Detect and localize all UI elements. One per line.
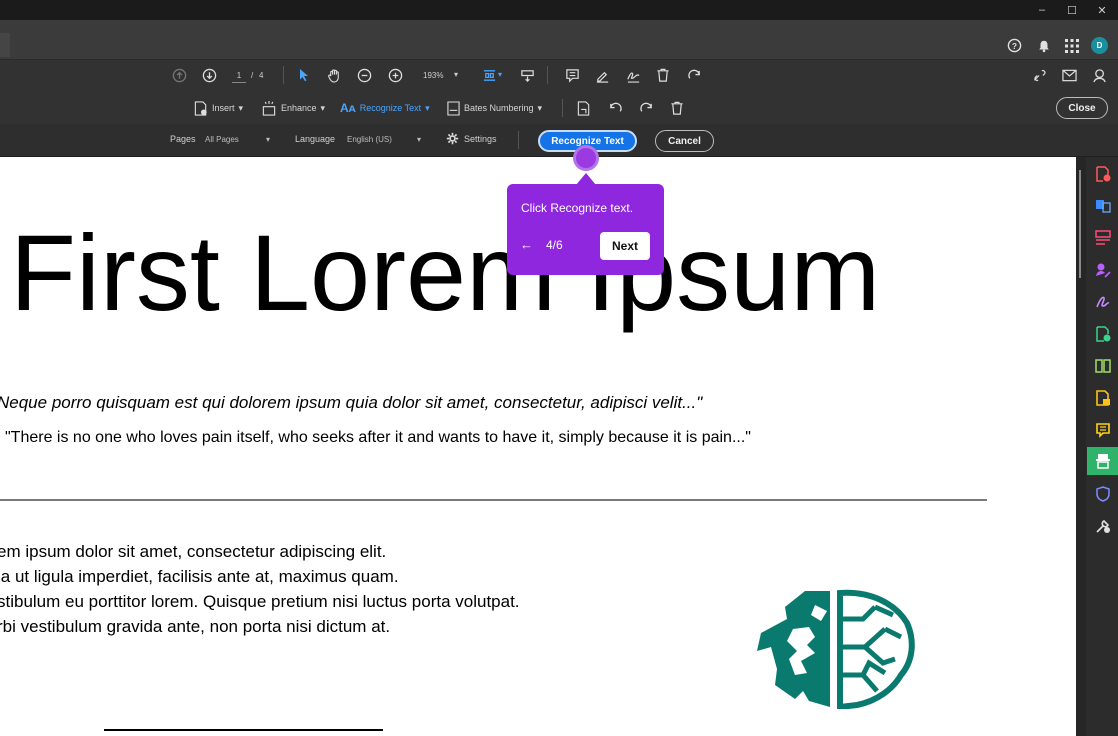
- minimize-button[interactable]: –: [1028, 0, 1056, 20]
- scroll-mode-icon[interactable]: [517, 64, 537, 86]
- zoom-out-icon[interactable]: [354, 64, 374, 86]
- zoom-level[interactable]: 193%: [423, 71, 443, 80]
- share-link-icon[interactable]: [1030, 64, 1050, 86]
- paragraph-line: la ut ligula imperdiet, facilisis ante a…: [0, 567, 399, 586]
- mail-icon[interactable]: [1059, 64, 1079, 86]
- comment-tool-icon[interactable]: [1094, 421, 1112, 439]
- text-size-icon: Aᴀ: [340, 101, 356, 115]
- divider: [547, 66, 548, 84]
- chevron-down-icon[interactable]: ▾: [498, 70, 502, 79]
- fill-sign-icon[interactable]: [1094, 293, 1112, 311]
- bates-numbering-label: Bates Numbering: [464, 103, 534, 113]
- rotate-right-icon[interactable]: [639, 98, 654, 118]
- divider: [518, 131, 519, 149]
- body-paragraph: em ipsum dolor sit amet, consectetur adi…: [0, 539, 520, 639]
- previous-page-icon[interactable]: [169, 64, 189, 86]
- coach-mark-popup: [507, 184, 664, 275]
- next-page-icon[interactable]: [199, 64, 219, 86]
- avatar[interactable]: D: [1091, 37, 1108, 54]
- navigation-toolbar: [0, 60, 1118, 90]
- latin-quote: Neque porro quisquam est qui dolorem ips…: [0, 393, 703, 412]
- document-heading: First Lorem Ipsum: [10, 212, 881, 333]
- scan-ocr-toolbar: [0, 90, 1118, 124]
- fit-page-icon[interactable]: [479, 64, 499, 86]
- chevron-down-icon: ▾: [238, 102, 244, 113]
- recognize-text-label: Recognize Text: [359, 103, 422, 113]
- divider: [562, 99, 563, 117]
- delete-icon[interactable]: [653, 64, 673, 86]
- help-icon[interactable]: ?: [1006, 37, 1023, 54]
- chevron-down-icon[interactable]: ▾: [266, 135, 270, 144]
- delete-page-icon[interactable]: [670, 98, 684, 118]
- chevron-down-icon[interactable]: ▾: [417, 135, 421, 144]
- divider: [283, 66, 284, 84]
- chevron-down-icon: ▾: [537, 102, 543, 113]
- enhance-label: Enhance: [281, 103, 317, 113]
- vertical-scrollbar[interactable]: [1076, 157, 1086, 736]
- scrollbar-thumb[interactable]: [1079, 170, 1081, 278]
- export-pdf-icon[interactable]: [1094, 197, 1112, 215]
- brain-logo: [745, 589, 915, 714]
- coach-target-indicator: [573, 145, 599, 171]
- close-tool-button[interactable]: Close: [1056, 97, 1108, 119]
- gear-icon[interactable]: [446, 132, 459, 147]
- app-bar: [0, 20, 1118, 60]
- insert-label: Insert: [212, 103, 235, 113]
- left-panel-edge: [0, 33, 10, 57]
- settings-button[interactable]: Settings: [464, 134, 497, 144]
- create-pdf-icon[interactable]: [1094, 165, 1112, 183]
- paragraph-line: stibulum eu porttitor lorem. Quisque pre…: [0, 592, 520, 611]
- page-separator: /: [251, 71, 254, 80]
- share-user-icon[interactable]: [1090, 64, 1110, 86]
- bates-numbering-menu[interactable]: Bates Numbering ▾: [447, 98, 542, 118]
- highlight-icon[interactable]: [592, 64, 612, 86]
- svg-text:?: ?: [1012, 41, 1017, 51]
- page-total: 4: [259, 71, 264, 80]
- pointer-icon[interactable]: [294, 64, 314, 86]
- scan-ocr-icon[interactable]: [1094, 452, 1112, 470]
- rotate-icon[interactable]: [684, 64, 704, 86]
- apps-icon[interactable]: [1063, 37, 1080, 54]
- insert-menu[interactable]: Insert ▾: [194, 98, 243, 118]
- app-window: – ☐ ✕ ? D 1 / 4 193% ▾ ▾ Insert ▾ Enhanc…: [0, 0, 1118, 736]
- request-signature-icon[interactable]: [1094, 261, 1112, 279]
- compare-icon[interactable]: [1094, 357, 1112, 375]
- coach-step-counter: 4/6: [546, 238, 563, 252]
- back-arrow-icon[interactable]: ←: [520, 237, 533, 252]
- enhance-menu[interactable]: Enhance ▾: [261, 98, 325, 118]
- zoom-in-icon[interactable]: [385, 64, 405, 86]
- chevron-down-icon: ▾: [425, 102, 430, 113]
- paragraph-line: rbi vestibulum gravida ante, non porta n…: [0, 617, 391, 636]
- pages-select[interactable]: All Pages: [205, 135, 239, 144]
- english-quote: "There is no one who loves pain itself, …: [5, 429, 751, 446]
- more-tools-icon[interactable]: [1094, 517, 1112, 535]
- protect-shield-icon[interactable]: [1094, 485, 1112, 503]
- cancel-button[interactable]: Cancel: [655, 130, 714, 152]
- comment-icon[interactable]: [562, 64, 582, 86]
- maximize-button[interactable]: ☐: [1058, 0, 1086, 20]
- recognize-text-menu[interactable]: Aᴀ Recognize Text ▾: [340, 98, 430, 118]
- chevron-down-icon: ▾: [320, 102, 326, 113]
- pages-label: Pages: [170, 134, 196, 144]
- protect-file-icon[interactable]: [1094, 389, 1112, 407]
- organize-pages-icon[interactable]: [1094, 229, 1112, 247]
- close-window-button[interactable]: ✕: [1088, 0, 1116, 20]
- signature-line: [104, 729, 383, 731]
- horizontal-rule: [0, 499, 987, 501]
- coach-message: Click Recognize text.: [521, 201, 634, 215]
- page-number-input[interactable]: 1: [232, 71, 246, 83]
- bell-icon[interactable]: [1035, 37, 1052, 54]
- title-bar: [0, 0, 1118, 20]
- language-select[interactable]: English (US): [347, 135, 392, 144]
- page-action-button[interactable]: [577, 98, 591, 118]
- rotate-left-icon[interactable]: [608, 98, 623, 118]
- next-button[interactable]: Next: [600, 232, 650, 260]
- edit-pdf-icon[interactable]: [1094, 325, 1112, 343]
- language-label: Language: [295, 134, 336, 144]
- hand-icon[interactable]: [324, 64, 344, 86]
- sign-icon[interactable]: [623, 64, 643, 86]
- paragraph-line: em ipsum dolor sit amet, consectetur adi…: [0, 542, 387, 561]
- chevron-down-icon[interactable]: ▾: [454, 70, 458, 79]
